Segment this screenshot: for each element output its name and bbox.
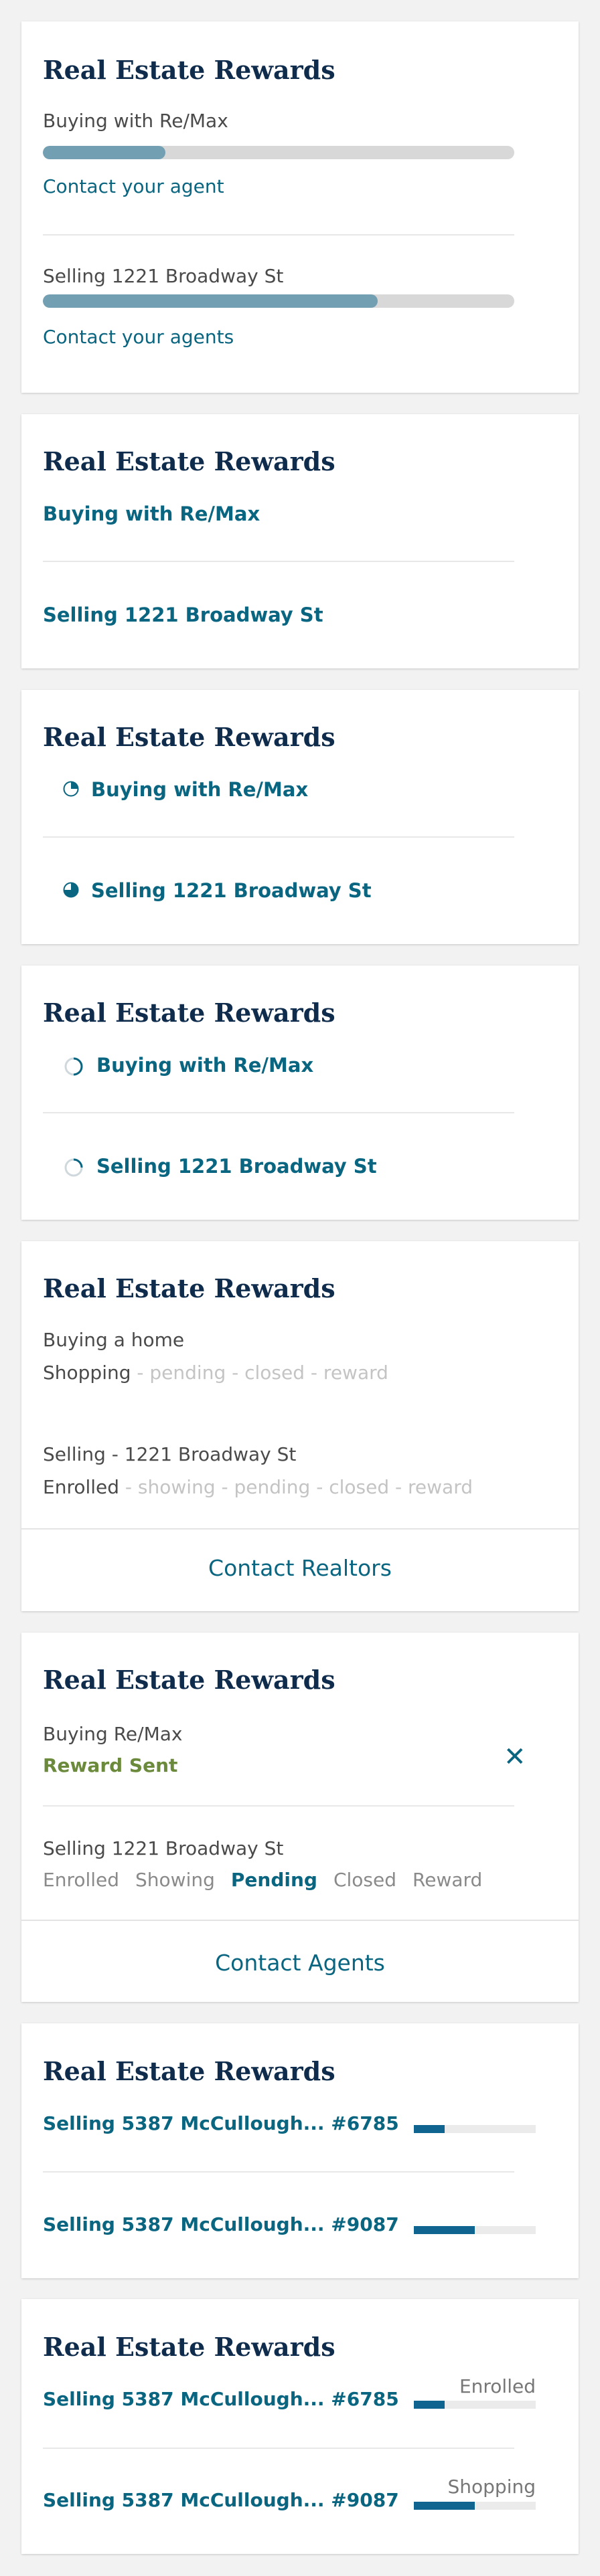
listing-progress-bar (414, 2502, 536, 2510)
selling-label: Selling - 1221 Broadway St (43, 1443, 297, 1465)
step-showing: Showing (135, 1869, 215, 1891)
buying-link[interactable]: Buying with Re/Max (91, 778, 308, 801)
divider (43, 2171, 514, 2173)
selling-progress-bar (43, 294, 514, 308)
pie-quarter-icon (63, 781, 79, 797)
step-pending: Pending (230, 1869, 317, 1891)
contact-agents-button[interactable]: Contact Agents (21, 1950, 579, 1976)
listing-link[interactable]: Selling 5387 McCullough... #6785 (43, 2112, 399, 2134)
remaining-stages: - showing - pending - closed - reward (119, 1476, 473, 1498)
selling-label: Selling 1221 Broadway St (43, 265, 284, 287)
current-stage: Shopping (43, 1362, 131, 1384)
remaining-stages: - pending - closed - reward (131, 1362, 388, 1384)
contact-agents-link[interactable]: Contact your agents (43, 326, 234, 348)
divider (43, 2448, 514, 2449)
divider (43, 1805, 514, 1807)
divider (43, 1112, 514, 1113)
progress-ring-icon (64, 1158, 83, 1177)
buying-link[interactable]: Buying with Re/Max (43, 502, 260, 525)
listing-progress-fill (414, 2401, 445, 2409)
card-title: Real Estate Rewards (43, 1665, 335, 1695)
card-title: Real Estate Rewards (43, 722, 335, 752)
buying-status-line: Shopping - pending - closed - reward (43, 1362, 388, 1384)
buying-progress-fill (43, 146, 166, 159)
footer-divider (21, 1528, 579, 1530)
step-closed: Closed (333, 1869, 397, 1891)
buying-label: Buying with Re/Max (43, 110, 228, 132)
card-title: Real Estate Rewards (43, 2332, 335, 2362)
listing-progress-fill (414, 2502, 475, 2510)
buying-label: Buying a home (43, 1329, 185, 1351)
listing-link[interactable]: Selling 5387 McCullough... #9087 (43, 2213, 399, 2235)
pie-three-quarter-icon (63, 882, 79, 898)
stage-steps: Enrolled Showing Pending Closed Reward (43, 1869, 498, 1891)
listing-progress-fill (414, 2125, 445, 2133)
card-title: Real Estate Rewards (43, 2056, 335, 2086)
divider (43, 561, 514, 562)
close-icon[interactable]: ✕ (504, 1742, 526, 1772)
listing-progress-bar (414, 2125, 536, 2133)
selling-status-line: Enrolled - showing - pending - closed - … (43, 1476, 473, 1498)
buying-progress-bar (43, 146, 514, 159)
footer-divider (21, 1920, 579, 1921)
selling-link[interactable]: Selling 1221 Broadway St (91, 879, 372, 902)
selling-label: Selling 1221 Broadway St (43, 1837, 284, 1859)
current-stage: Enrolled (43, 1476, 120, 1498)
buying-label: Buying Re/Max (43, 1723, 183, 1745)
reward-status: Reward Sent (43, 1754, 178, 1776)
listing-status: Enrolled (459, 2375, 536, 2397)
listing-progress-bar (414, 2401, 536, 2409)
card-title: Real Estate Rewards (43, 998, 335, 1028)
selling-link[interactable]: Selling 1221 Broadway St (43, 604, 323, 626)
listing-link[interactable]: Selling 5387 McCullough... #6785 (43, 2388, 399, 2410)
step-reward: Reward (412, 1869, 483, 1891)
card-title: Real Estate Rewards (43, 446, 335, 476)
contact-realtors-button[interactable]: Contact Realtors (21, 1555, 579, 1581)
buying-link[interactable]: Buying with Re/Max (96, 1054, 313, 1077)
selling-link[interactable]: Selling 1221 Broadway St (96, 1155, 377, 1178)
step-enrolled: Enrolled (43, 1869, 120, 1891)
contact-agent-link[interactable]: Contact your agent (43, 175, 224, 197)
listing-progress-bar (414, 2226, 536, 2234)
listing-progress-fill (414, 2226, 475, 2234)
selling-progress-fill (43, 294, 378, 308)
progress-ring-icon (64, 1057, 83, 1076)
card-title: Real Estate Rewards (43, 55, 335, 85)
card-title: Real Estate Rewards (43, 1273, 335, 1303)
listing-status: Shopping (447, 2476, 536, 2498)
listing-link[interactable]: Selling 5387 McCullough... #9087 (43, 2489, 399, 2511)
divider (43, 234, 514, 236)
divider (43, 836, 514, 838)
